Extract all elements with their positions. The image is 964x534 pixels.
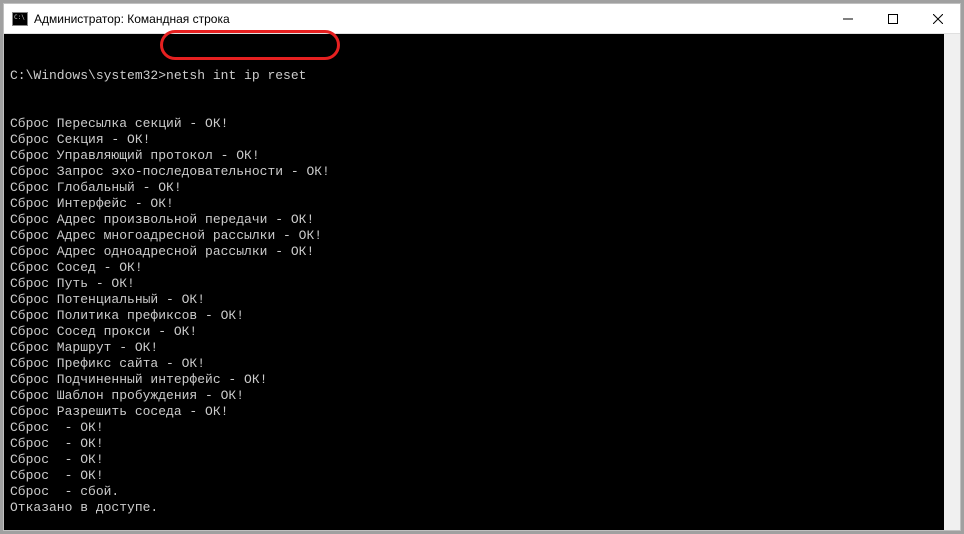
terminal-output-line: Сброс Сосед - ОК! xyxy=(10,260,938,276)
scroll-thumb[interactable] xyxy=(944,34,960,94)
command: netsh int ip reset xyxy=(166,68,306,83)
prompt: C:\Windows\system32> xyxy=(10,68,166,83)
cmd-icon xyxy=(12,12,28,26)
close-button[interactable] xyxy=(915,4,960,33)
terminal-output-line: Сброс Секция - ОК! xyxy=(10,132,938,148)
terminal-output-line: Сброс Потенциальный - ОК! xyxy=(10,292,938,308)
terminal-output-line: Сброс Адрес многоадресной рассылки - ОК! xyxy=(10,228,938,244)
scrollbar[interactable] xyxy=(944,34,960,530)
terminal-output-line: Отказано в доступе. xyxy=(10,500,938,516)
terminal-output-line: Сброс Пересылка секций - ОК! xyxy=(10,116,938,132)
maximize-button[interactable] xyxy=(870,4,915,33)
terminal-output-line: Сброс - ОК! xyxy=(10,452,938,468)
window-controls xyxy=(825,4,960,33)
terminal-output-line: Сброс Подчиненный интерфейс - ОК! xyxy=(10,372,938,388)
terminal-output-line: Сброс Адрес произвольной передачи - ОК! xyxy=(10,212,938,228)
terminal-output-line: Сброс Шаблон пробуждения - ОК! xyxy=(10,388,938,404)
terminal-output-line: Сброс - сбой. xyxy=(10,484,938,500)
minimize-button[interactable] xyxy=(825,4,870,33)
terminal-output-line: Сброс - ОК! xyxy=(10,420,938,436)
minimize-icon xyxy=(843,14,853,24)
outer-frame: Администратор: Командная строка C:\Windo… xyxy=(0,0,964,534)
terminal-output-line: Сброс Путь - ОК! xyxy=(10,276,938,292)
terminal-output-line xyxy=(10,516,938,530)
command-prompt-window: Администратор: Командная строка C:\Windo… xyxy=(3,3,961,531)
terminal-output-line: Сброс Префикс сайта - ОК! xyxy=(10,356,938,372)
close-icon xyxy=(933,14,943,24)
terminal-output-line: Сброс Маршрут - ОК! xyxy=(10,340,938,356)
terminal-output-line: Сброс - ОК! xyxy=(10,436,938,452)
titlebar[interactable]: Администратор: Командная строка xyxy=(4,4,960,34)
terminal-output-line: Сброс - ОК! xyxy=(10,468,938,484)
terminal-output-line: Сброс Политика префиксов - ОК! xyxy=(10,308,938,324)
maximize-icon xyxy=(888,14,898,24)
terminal-output-line: Сброс Запрос эхо-последовательности - ОК… xyxy=(10,164,938,180)
terminal-output-line: Сброс Сосед прокси - ОК! xyxy=(10,324,938,340)
terminal-output-line: Сброс Адрес одноадресной рассылки - ОК! xyxy=(10,244,938,260)
prompt-line: C:\Windows\system32>netsh int ip reset xyxy=(10,68,938,84)
terminal-area[interactable]: C:\Windows\system32>netsh int ip reset С… xyxy=(4,34,960,530)
terminal-output-line: Сброс Управляющий протокол - ОК! xyxy=(10,148,938,164)
terminal-output-line: Сброс Глобальный - ОК! xyxy=(10,180,938,196)
window-title: Администратор: Командная строка xyxy=(34,12,825,26)
terminal-output-line: Сброс Разрешить соседа - ОК! xyxy=(10,404,938,420)
terminal-output-line: Сброс Интерфейс - ОК! xyxy=(10,196,938,212)
